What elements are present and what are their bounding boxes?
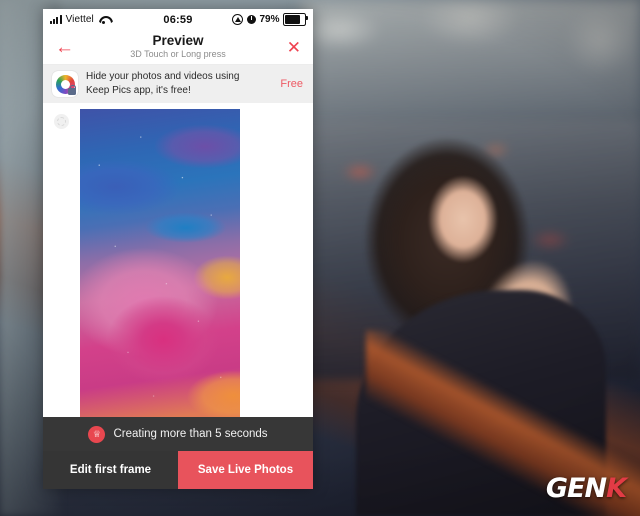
edit-first-frame-button[interactable]: Edit first frame [43, 451, 178, 489]
back-arrow-icon[interactable]: ← [55, 38, 74, 57]
page-title: Preview [152, 33, 204, 49]
watermark-k: K [606, 473, 627, 504]
genk-watermark: GENK [545, 473, 627, 504]
location-arrow-icon [232, 14, 244, 25]
screenshot-root: Viettel 06:59 79% ← Preview 3D Touch or … [0, 0, 640, 516]
nav-bar: ← Preview 3D Touch or Long press ✕ [43, 30, 313, 65]
wifi-icon [98, 15, 110, 25]
lock-icon [68, 85, 76, 95]
battery-percent-label: 79% [259, 14, 280, 25]
close-x-icon[interactable]: ✕ [287, 39, 301, 56]
promo-label: Creating more than 5 seconds [113, 428, 268, 440]
status-bar: Viettel 06:59 79% [43, 9, 313, 30]
keep-pics-app-icon [52, 71, 78, 97]
ad-cta-label[interactable]: Free [276, 78, 303, 90]
crown-icon: ♕ [88, 425, 106, 443]
page-subtitle: 3D Touch or Long press [130, 48, 226, 59]
live-photo-preview[interactable] [80, 109, 240, 417]
ad-text-line1: Hide your photos and videos using [86, 70, 240, 82]
promo-strip[interactable]: ♕ Creating more than 5 seconds [43, 417, 313, 451]
alarm-clock-icon [246, 15, 256, 24]
action-bar: Edit first frame Save Live Photos [43, 451, 313, 489]
spinner-dot-icon [54, 114, 69, 129]
carrier-label: Viettel [65, 14, 94, 25]
watermark-gen: GEN [545, 473, 607, 504]
ad-text: Hide your photos and videos using Keep P… [86, 70, 268, 99]
battery-icon [283, 12, 308, 27]
phone-screen: Viettel 06:59 79% ← Preview 3D Touch or … [43, 9, 313, 489]
save-live-photos-button[interactable]: Save Live Photos [178, 451, 313, 489]
preview-stage [43, 103, 313, 417]
ad-text-line2: Keep Pics app, it's free! [86, 85, 191, 96]
signal-bars-icon [50, 15, 62, 24]
ad-banner[interactable]: Hide your photos and videos using Keep P… [43, 65, 313, 103]
